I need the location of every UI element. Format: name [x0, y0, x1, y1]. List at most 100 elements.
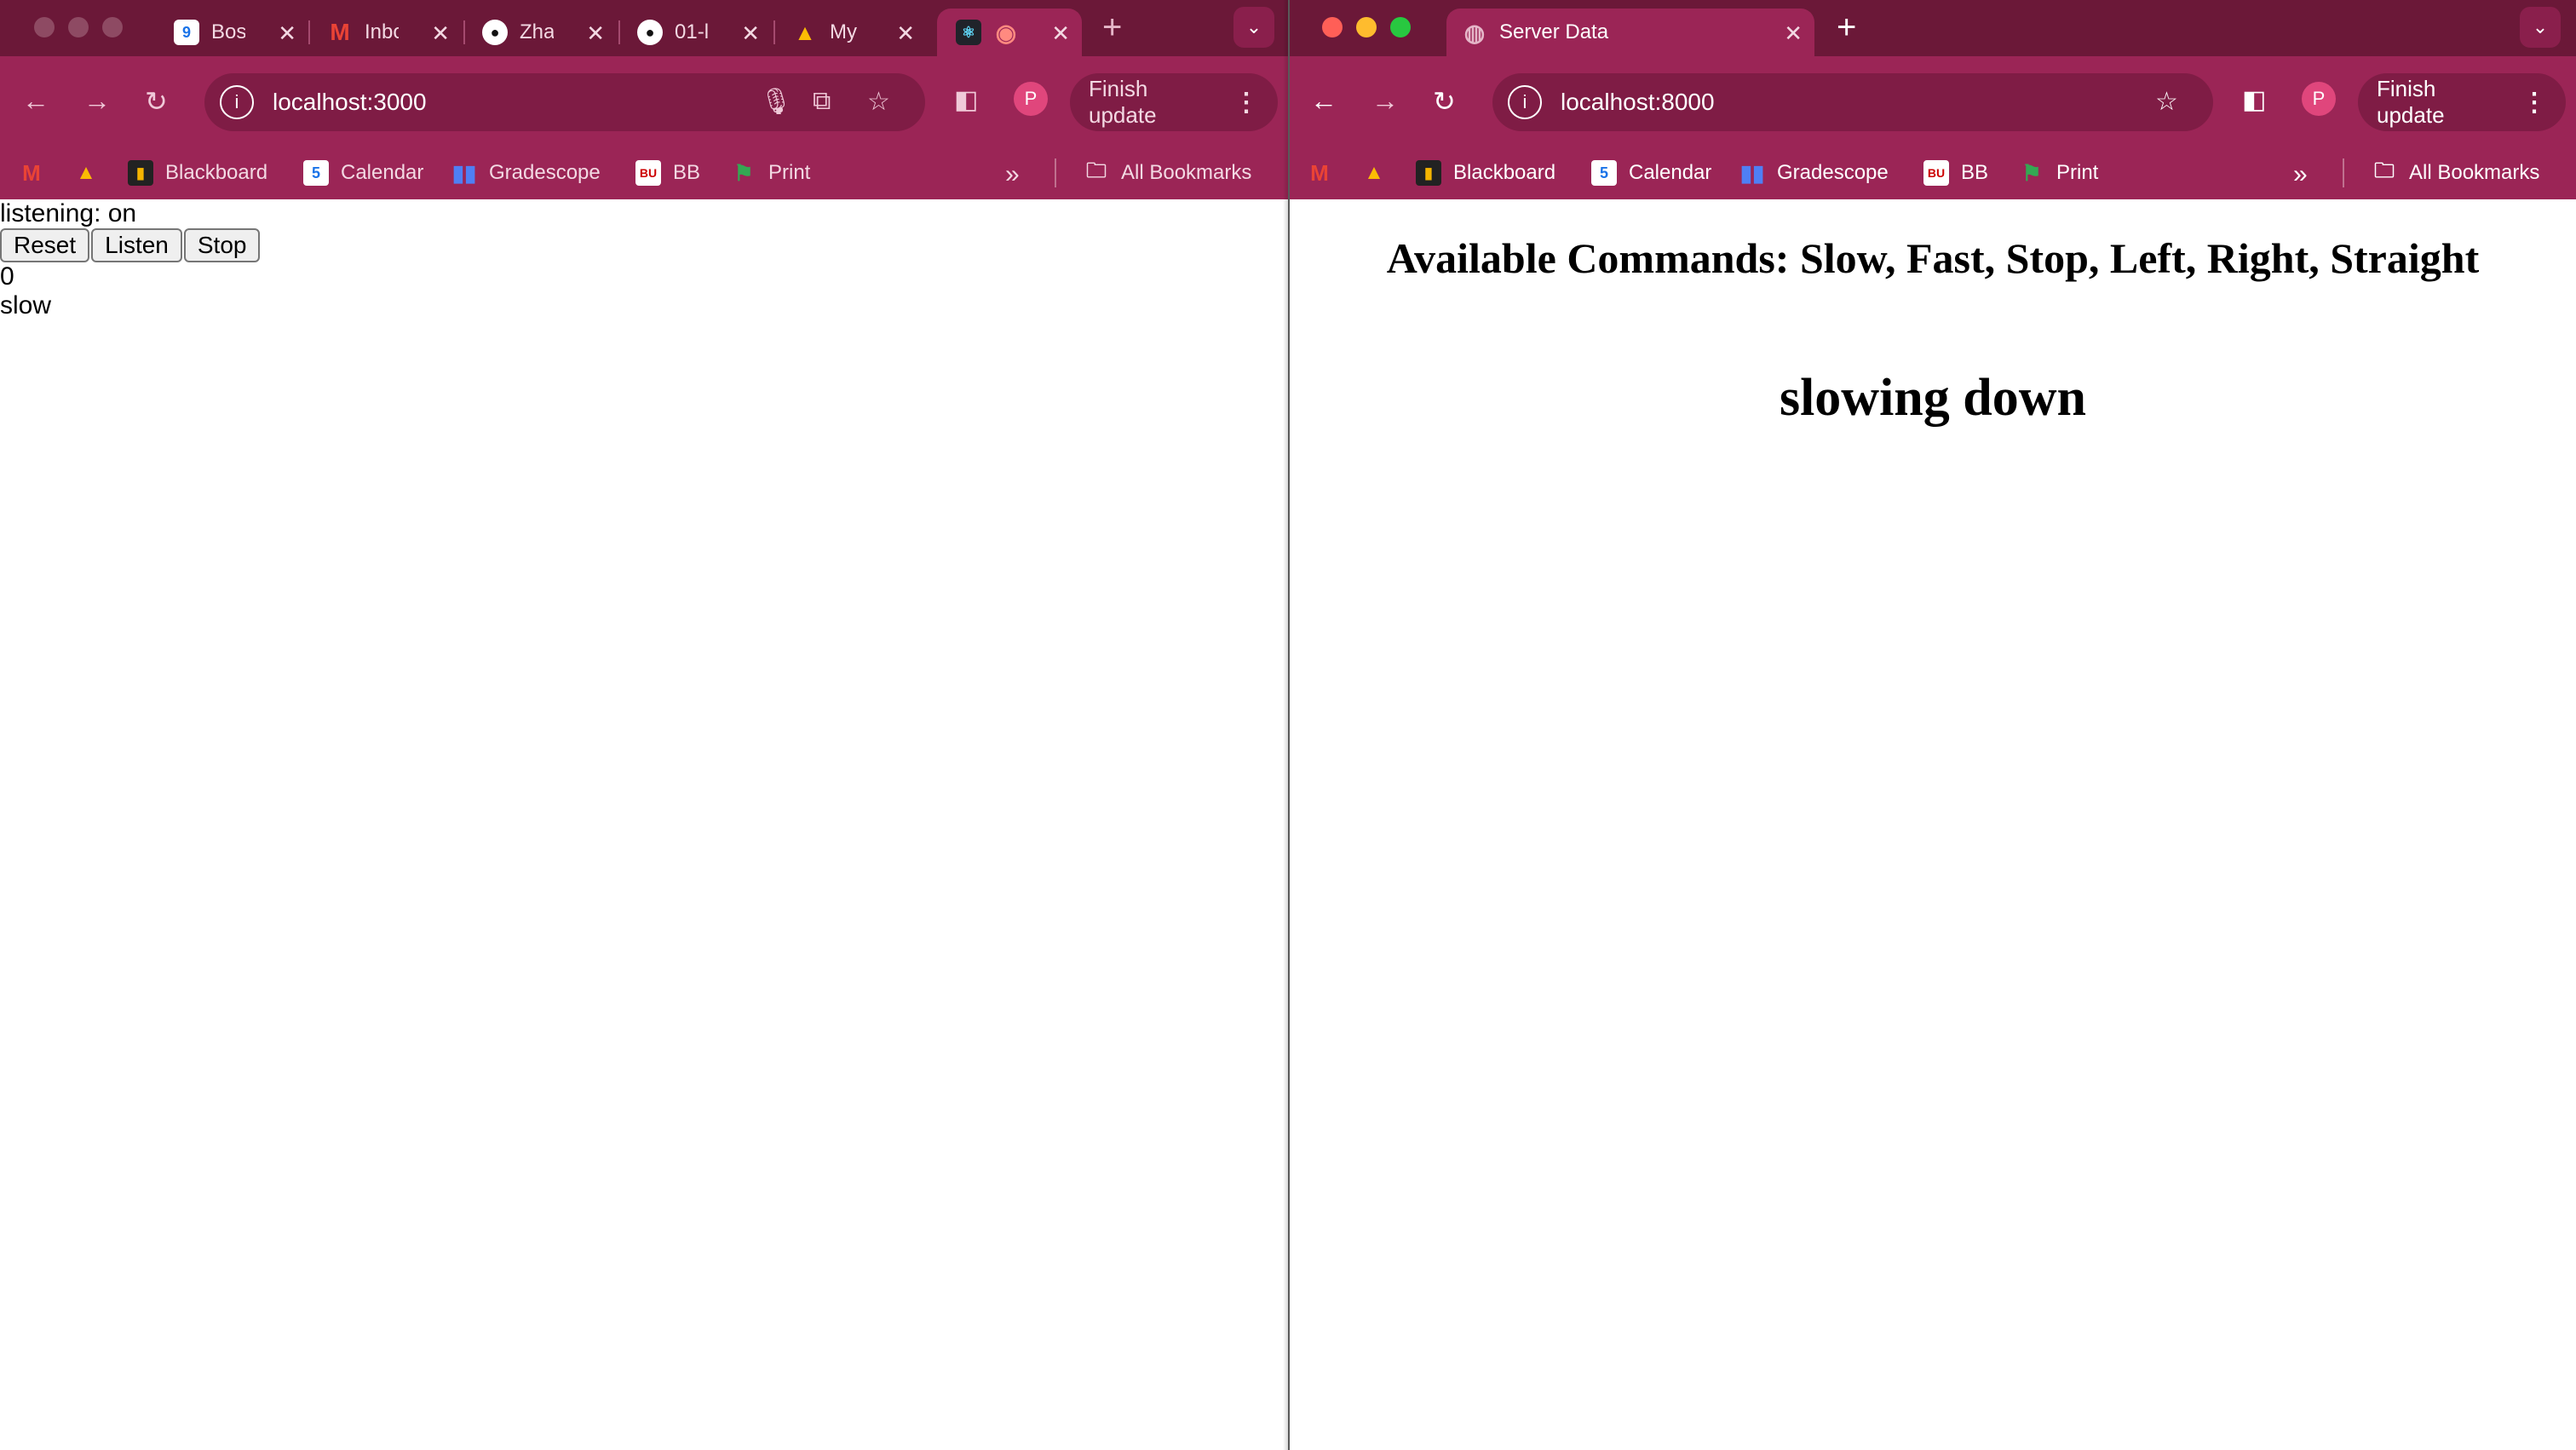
bookmark-gradescope[interactable]: ▮▮ Gradescope — [451, 160, 601, 186]
minimize-window-button[interactable] — [68, 17, 89, 37]
page-content: listening: on Reset Listen Stop 0 slow — [0, 199, 1288, 1450]
bookmark-label: Calendar — [341, 161, 424, 184]
tab-search-button[interactable]: ⌄ — [2520, 7, 2561, 48]
browser-window-right: ◍ Server Data ✕ + ⌄ ← → ↻ i localhost:80… — [1290, 0, 2576, 1450]
tab-gmail[interactable]: M Inbo ✕ — [308, 9, 462, 56]
transcript-text: slow — [0, 291, 52, 319]
stop-button[interactable]: Stop — [183, 228, 261, 262]
bookmark-label: BB — [673, 161, 701, 184]
tab-calendar[interactable]: 9 Bos ✕ — [155, 9, 308, 56]
tab-google-drive[interactable]: ▲ My ✕ — [773, 9, 927, 56]
folder-icon: 🗀 — [2374, 158, 2395, 182]
maximize-window-button[interactable] — [1390, 17, 1411, 37]
tab-github-1[interactable]: ● Zha ✕ — [463, 9, 617, 56]
tab-search-button[interactable]: ⌄ — [1233, 7, 1274, 48]
listening-status: listening: on — [0, 199, 137, 227]
bookmark-gmail[interactable]: M — [1307, 160, 1344, 186]
reload-icon[interactable]: ↻ — [1433, 85, 1456, 118]
site-info-icon[interactable]: i — [220, 85, 254, 119]
bookmark-print[interactable]: ⚑ Print — [731, 160, 810, 186]
github-icon: ● — [482, 20, 508, 45]
print-flag-icon: ⚑ — [2021, 159, 2042, 186]
all-bookmarks-label: All Bookmarks — [1121, 161, 1252, 184]
new-tab-button[interactable]: + — [1837, 9, 1856, 47]
bookmark-gradescope[interactable]: ▮▮ Gradescope — [1739, 160, 1889, 186]
bookmark-label: Blackboard — [1453, 161, 1556, 184]
address-bar[interactable]: i localhost:8000 ☆ — [1492, 73, 2213, 131]
reload-icon[interactable]: ↻ — [145, 85, 168, 118]
bu-icon: BU — [635, 160, 661, 186]
maximize-window-button[interactable] — [102, 17, 123, 37]
close-tab-icon[interactable]: ✕ — [741, 20, 760, 47]
toolbar: ← → ↻ i localhost:8000 ☆ ◧ P Finish upda… — [1290, 56, 2576, 145]
bookmark-label: BB — [1961, 161, 1989, 184]
react-icon: ⚛ — [956, 20, 981, 45]
close-tab-icon[interactable]: ✕ — [896, 20, 915, 47]
close-tab-icon[interactable]: ✕ — [1784, 20, 1803, 47]
back-icon[interactable]: ← — [1310, 85, 1337, 117]
site-info-icon[interactable]: i — [1508, 85, 1542, 119]
bookmark-star-icon[interactable]: ☆ — [2155, 87, 2178, 117]
google-calendar-icon: 9 — [174, 20, 199, 45]
bookmark-blackboard[interactable]: ▮ Blackboard — [1416, 160, 1555, 186]
print-flag-icon: ⚑ — [733, 159, 754, 186]
close-window-button[interactable] — [34, 17, 55, 37]
close-window-button[interactable] — [1322, 17, 1343, 37]
close-tab-icon[interactable]: ✕ — [431, 20, 450, 47]
finish-update-button[interactable]: Finish update ⋮ — [1070, 73, 1278, 131]
close-tab-icon[interactable]: ✕ — [586, 20, 605, 47]
profile-initial: P — [1024, 88, 1038, 109]
tab-title: Inbo — [365, 20, 399, 43]
bookmark-bb[interactable]: BU BB — [635, 160, 700, 186]
browser-chrome: ◍ Server Data ✕ + ⌄ ← → ↻ i localhost:80… — [1290, 0, 2576, 199]
bookmark-calendar[interactable]: 5 Calendar — [303, 160, 423, 186]
listen-button[interactable]: Listen — [91, 228, 182, 262]
side-panel-icon[interactable]: ◧ — [2242, 85, 2266, 115]
google-drive-icon: ▲ — [76, 161, 96, 184]
install-app-icon[interactable]: ⧉ — [813, 87, 831, 116]
tab-strip: ◍ Server Data ✕ + ⌄ — [1290, 0, 2576, 56]
address-bar[interactable]: i localhost:3000 🎙 ⧉ ☆ — [204, 73, 925, 131]
bookmark-print[interactable]: ⚑ Print — [2019, 160, 2098, 186]
forward-icon[interactable]: → — [1371, 85, 1399, 117]
folder-icon: 🗀 — [1086, 158, 1107, 182]
minimize-window-button[interactable] — [1356, 17, 1377, 37]
bookmark-star-icon[interactable]: ☆ — [867, 87, 890, 117]
bookmark-bb[interactable]: BU BB — [1923, 160, 1988, 186]
tab-github-2[interactable]: ● 01-l ✕ — [618, 9, 772, 56]
side-panel-icon[interactable]: ◧ — [954, 85, 978, 115]
microphone-icon[interactable]: 🎙 — [760, 87, 792, 117]
profile-avatar[interactable]: P — [2302, 82, 2336, 116]
more-bookmarks-icon[interactable]: » — [2293, 160, 2308, 189]
tab-react-app[interactable]: ⚛ ◉ ✕ — [937, 9, 1082, 56]
forward-icon[interactable]: → — [83, 85, 111, 117]
finish-update-button[interactable]: Finish update ⋮ — [2358, 73, 2566, 131]
available-commands-heading: Available Commands: Slow, Fast, Stop, Le… — [1386, 234, 2480, 282]
all-bookmarks-button[interactable]: 🗀 All Bookmarks — [1084, 158, 1252, 186]
new-tab-button[interactable]: + — [1102, 9, 1122, 47]
bookmark-gmail[interactable]: M — [19, 160, 56, 186]
bookmark-label: Gradescope — [1777, 161, 1889, 184]
close-tab-icon[interactable]: ✕ — [1051, 20, 1070, 47]
bookmark-blackboard[interactable]: ▮ Blackboard — [128, 160, 267, 186]
tab-server-data[interactable]: ◍ Server Data ✕ — [1446, 9, 1814, 56]
menu-icon[interactable]: ⋮ — [1233, 88, 1259, 118]
menu-icon[interactable]: ⋮ — [2521, 88, 2547, 118]
tab-title: Zha — [520, 20, 554, 43]
bookmark-drive[interactable]: ▲ — [1361, 160, 1399, 186]
tab-title: My — [830, 20, 857, 43]
page-content: Available Commands: Slow, Fast, Stop, Le… — [1290, 199, 2576, 1450]
all-bookmarks-button[interactable]: 🗀 All Bookmarks — [2372, 158, 2539, 186]
bookmark-label: Gradescope — [489, 161, 601, 184]
bookmark-drive[interactable]: ▲ — [73, 160, 111, 186]
url-text: localhost:3000 — [273, 89, 427, 115]
bookmarks-bar: M ▲ ▮ Blackboard 5 Calendar ▮▮ Gradescope B… — [0, 145, 1288, 199]
tab-title: Server Data — [1499, 20, 1609, 43]
back-icon[interactable]: ← — [22, 85, 49, 117]
bookmarks-divider — [2343, 158, 2344, 187]
bookmark-calendar[interactable]: 5 Calendar — [1591, 160, 1711, 186]
profile-avatar[interactable]: P — [1014, 82, 1048, 116]
reset-button[interactable]: Reset — [0, 228, 90, 262]
close-tab-icon[interactable]: ✕ — [278, 20, 296, 47]
more-bookmarks-icon[interactable]: » — [1005, 160, 1020, 189]
